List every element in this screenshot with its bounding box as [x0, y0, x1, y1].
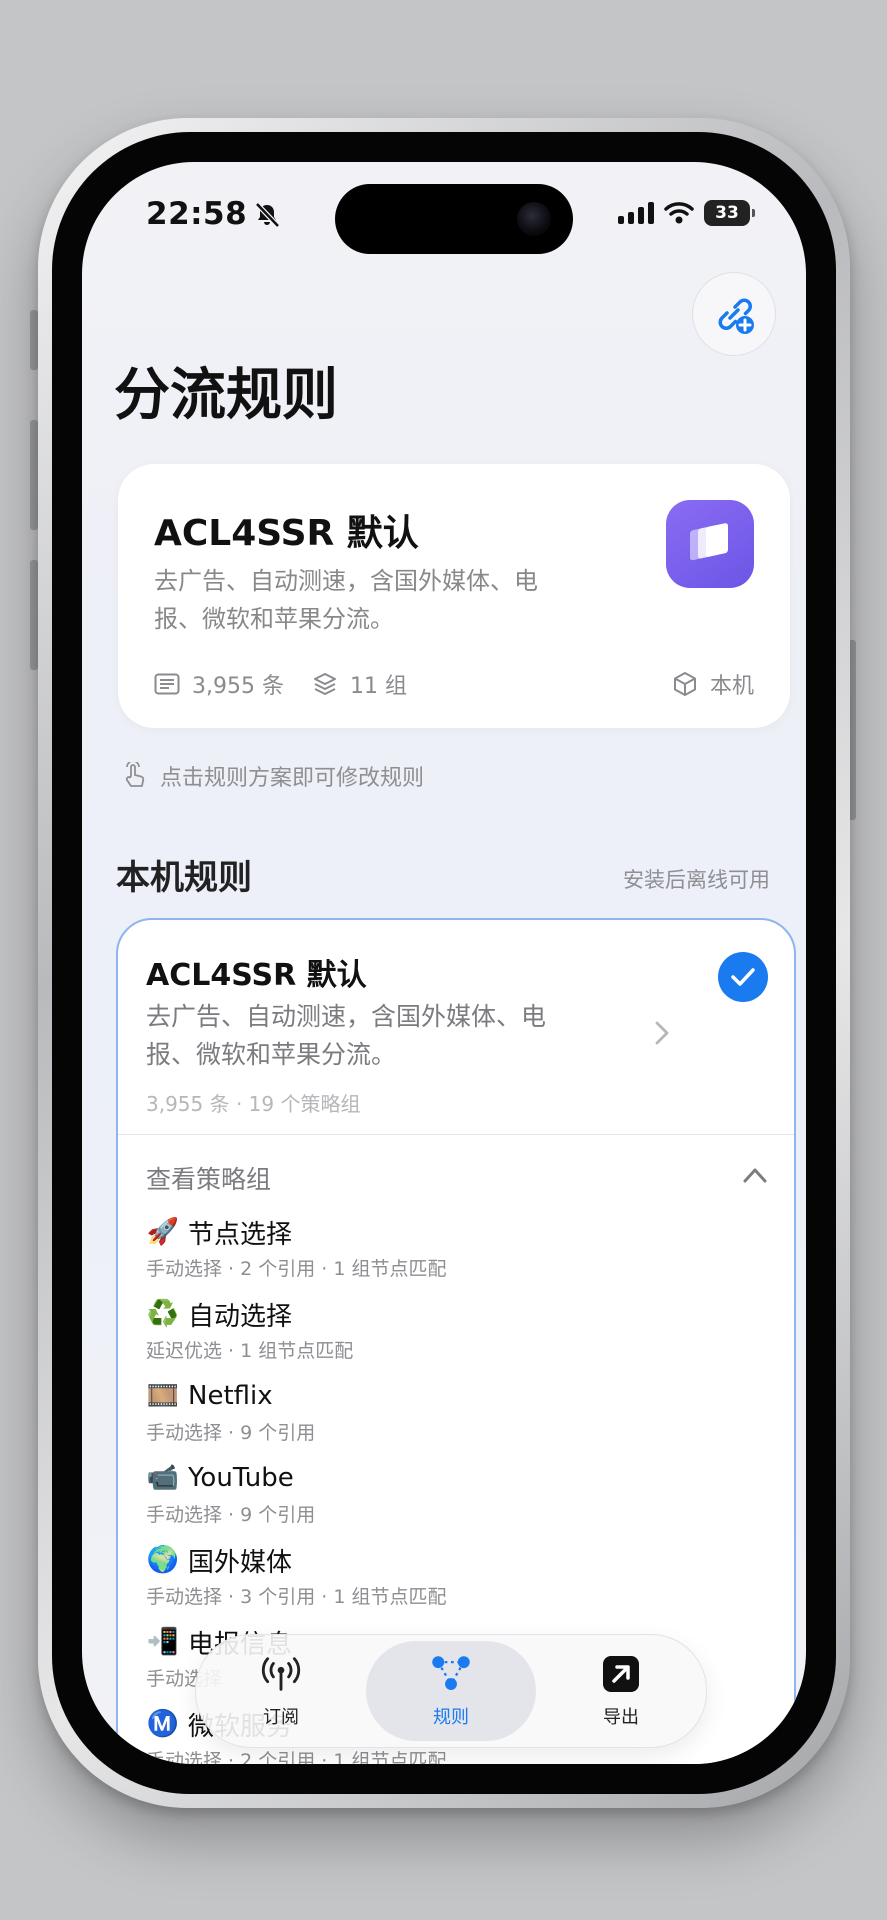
film-icon: 🎞️: [146, 1381, 180, 1411]
phone-action-button: [30, 310, 38, 370]
list-item: 🚀 节点选择 手动选择 · 2 个引用 · 1 组节点匹配: [146, 1212, 766, 1294]
edit-hint-text: 点击规则方案即可修改规则: [160, 766, 425, 791]
recycle-icon: ♻️: [146, 1299, 180, 1329]
chevron-right-icon[interactable]: [654, 1020, 670, 1046]
group-name: 节点选择: [188, 1219, 293, 1250]
chevron-up-icon[interactable]: [742, 1166, 768, 1184]
rule-description: 去广告、自动测速，含国外媒体、电报、微软和苹果分流。: [146, 1002, 547, 1069]
group-details: 手动选择 · 2 个引用 · 1 组节点匹配: [146, 1750, 447, 1764]
tab-subscriptions[interactable]: 订阅: [196, 1635, 366, 1747]
layers-icon: [313, 673, 336, 695]
phone-volume-up-button: [30, 420, 38, 530]
add-subscription-button[interactable]: [692, 272, 776, 356]
groups-count-label: 11 组: [349, 674, 407, 699]
status-indicators: 33: [618, 200, 755, 226]
edit-hint: 点击规则方案即可修改规则: [122, 760, 424, 792]
globe-icon: 🌍: [146, 1545, 180, 1575]
rule-title: ACL4SSR 默认: [146, 958, 367, 993]
group-details: 手动选择 · 9 个引用: [146, 1504, 316, 1526]
battery-level: 33: [715, 203, 739, 223]
group-details: 手动选择 · 3 个引用 · 1 组节点匹配: [146, 1586, 447, 1608]
group-details: 延迟优选 · 1 组节点匹配: [146, 1340, 354, 1362]
section-title: 本机规则: [116, 858, 252, 898]
group-details: 手动选择 · 9 个引用: [146, 1422, 316, 1444]
tab-export[interactable]: 导出: [536, 1635, 706, 1747]
list-item: ♻️ 自动选择 延迟优选 · 1 组节点匹配: [146, 1294, 766, 1376]
active-rule-meta: 3,955 条 11 组: [154, 668, 435, 700]
mobile-arrow-icon: 📲: [146, 1627, 180, 1657]
rule-origin-label: 本机: [709, 674, 754, 699]
phone-volume-down-button: [30, 560, 38, 670]
rocket-icon: 🚀: [146, 1217, 180, 1247]
metro-icon: Ⓜ️: [146, 1709, 180, 1739]
phone-bezel: 22:58 33 分流规则 ACL4SSR 默认 去广告、自动测速，含国外媒体、…: [52, 132, 836, 1794]
bell-muted-icon: [255, 202, 280, 228]
selected-checkmark-icon[interactable]: [718, 952, 768, 1002]
wifi-icon: [664, 202, 694, 224]
active-rule-card[interactable]: ACL4SSR 默认 去广告、自动测速，含国外媒体、电报、微软和苹果分流。 3,…: [118, 464, 790, 728]
page-title: 分流规则: [114, 363, 338, 428]
group-name: Netflix: [188, 1381, 273, 1411]
group-name: YouTube: [188, 1463, 294, 1493]
tab-label: 规则: [433, 1707, 469, 1728]
list-item: 🎞️ Netflix 手动选择 · 9 个引用: [146, 1376, 766, 1458]
list-item: 🌍 国外媒体 手动选择 · 3 个引用 · 1 组节点匹配: [146, 1540, 766, 1622]
tab-label: 订阅: [263, 1707, 299, 1728]
active-rule-description: 去广告、自动测速，含国外媒体、电报、微软和苹果分流。: [154, 567, 538, 633]
phone-frame: 22:58 33 分流规则 ACL4SSR 默认 去广告、自动测速，含国外媒体、…: [38, 118, 850, 1808]
video-camera-icon: 📹: [146, 1463, 180, 1493]
group-name: 自动选择: [188, 1301, 293, 1332]
divider: [118, 1134, 794, 1135]
view-groups-toggle[interactable]: 查看策略组: [146, 1160, 271, 1196]
link-add-icon: [718, 298, 754, 334]
rules-count-label: 3,955 条: [192, 674, 284, 699]
tab-bar: 订阅 规则 导出: [195, 1634, 707, 1748]
camera-icon: [517, 202, 551, 236]
tap-hand-icon: [125, 762, 145, 787]
cube-icon: [673, 672, 696, 696]
active-rule-title: ACL4SSR 默认: [154, 513, 419, 554]
tab-label: 导出: [603, 1707, 639, 1728]
tab-rules[interactable]: 规则: [366, 1641, 536, 1741]
antenna-icon: [260, 1653, 302, 1695]
screen: 22:58 33 分流规则 ACL4SSR 默认 去广告、自动测速，含国外媒体、…: [82, 162, 806, 1764]
rule-meta: 3,955 条 · 19 个策略组: [146, 1092, 361, 1116]
group-name: 国外媒体: [188, 1547, 293, 1578]
rules-count: 3,955 条: [154, 668, 284, 700]
section-aside: 安装后离线可用: [623, 868, 770, 892]
status-time: 22:58: [146, 196, 248, 232]
list-icon: [154, 673, 180, 695]
rules-icon: [430, 1653, 472, 1695]
groups-count: 11 组: [312, 668, 407, 700]
export-icon: [600, 1653, 642, 1695]
group-details: 手动选择 · 2 个引用 · 1 组节点匹配: [146, 1258, 447, 1280]
battery-indicator: 33: [704, 200, 755, 226]
list-item: 📹 YouTube 手动选择 · 9 个引用: [146, 1458, 766, 1540]
dynamic-island: [335, 184, 573, 254]
cellular-signal-icon: [618, 202, 654, 224]
rule-origin: 本机: [672, 668, 754, 700]
stack-icon: [666, 500, 754, 588]
